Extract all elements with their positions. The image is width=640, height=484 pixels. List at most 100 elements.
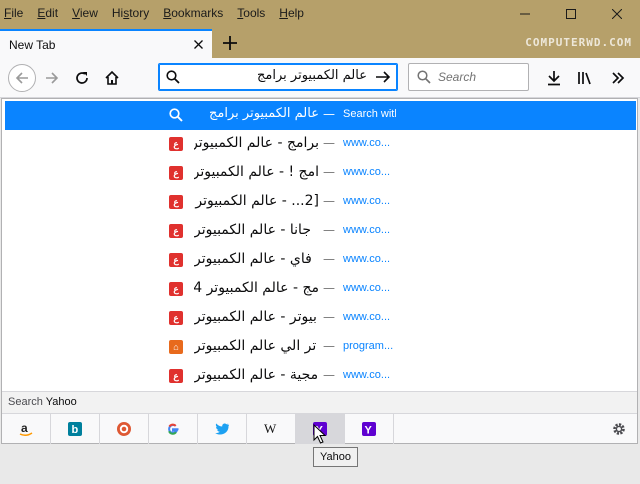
result-favicon-wrap: ع (168, 281, 184, 297)
result-history-row[interactable]: ع مج - عالم الكمبيوتر 4 — www.co... (5, 275, 636, 304)
minimize-icon (520, 13, 530, 15)
engine-bing-button[interactable]: b (51, 414, 100, 444)
result-separator: — (323, 252, 335, 266)
result-history-row[interactable]: ع [2... - عالم الكمبيوتر 5 — www.co... (5, 188, 636, 217)
tab-new-tab[interactable]: New Tab (0, 29, 212, 58)
site-favicon-icon: ع (169, 311, 183, 325)
menu-file[interactable]: File (4, 6, 23, 20)
result-favicon-wrap: ع (168, 252, 184, 268)
maximize-button[interactable] (548, 0, 594, 28)
result-history-row[interactable]: ع فاي - عالم الكمبيوتر — www.co... (5, 246, 636, 275)
result-title: فاي - عالم الكمبيوتر (194, 251, 312, 267)
result-history-row[interactable]: ع جانا - عالم الكمبيوتر — www.co... (5, 217, 636, 246)
result-separator: — (323, 339, 335, 353)
search-header-prefix: Search (8, 396, 46, 408)
go-arrow-icon[interactable] (375, 70, 391, 84)
menu-tools[interactable]: Tools (237, 6, 265, 20)
gear-icon (613, 423, 625, 435)
search-icon (417, 70, 431, 84)
result-search-suggestion[interactable]: عالم الكمبيوتر برامج — Search with Googl… (5, 101, 636, 130)
menu-view[interactable]: View (72, 6, 98, 20)
library-button[interactable] (571, 64, 599, 92)
svg-text:a: a (21, 421, 28, 435)
overflow-menu-button[interactable] (604, 64, 632, 92)
result-url: program... (343, 340, 394, 352)
close-icon (193, 39, 203, 49)
svg-text:Y: Y (365, 425, 373, 437)
menu-history[interactable]: History (112, 6, 149, 20)
minimize-button[interactable] (502, 0, 548, 28)
result-separator: — (323, 107, 335, 121)
home-favicon-icon: ⌂ (169, 340, 183, 354)
result-separator: — (323, 136, 335, 150)
home-button[interactable] (98, 64, 126, 92)
duckduckgo-icon (117, 422, 131, 436)
forward-button[interactable] (38, 64, 66, 92)
url-input[interactable]: عالم الكمبيوتر برامج (257, 68, 367, 83)
site-favicon-icon: ع (169, 282, 183, 296)
search-header-engine: Yahoo (45, 396, 77, 408)
result-title: تر الي عالم الكمبيوتر (194, 338, 317, 354)
result-list: عالم الكمبيوتر برامج — Search with Googl… (5, 101, 636, 391)
bing-icon: b (68, 422, 82, 436)
result-history-row[interactable]: ع برامج - عالم الكمبيوتر — www.co... (5, 130, 636, 159)
result-url: www.co... (343, 166, 391, 178)
yahoo-icon: Y (362, 422, 376, 437)
mouse-cursor-icon (313, 424, 327, 444)
search-bar[interactable]: Search (408, 63, 529, 91)
svg-text:b: b (72, 424, 79, 436)
result-title: مجية - عالم الكمبيوتر (194, 367, 319, 383)
result-favicon-wrap: ع (168, 194, 184, 210)
engine-duckduckgo-button[interactable] (100, 414, 149, 444)
reload-button[interactable] (68, 64, 96, 92)
search-input[interactable]: Search (438, 70, 476, 84)
result-url: www.co... (343, 253, 391, 265)
menu-bookmarks[interactable]: Bookmarks (163, 6, 223, 20)
result-separator: — (323, 368, 335, 382)
engine-amazon-button[interactable]: a (2, 414, 51, 444)
one-off-search-header: Search Yahoo (2, 391, 637, 413)
result-separator: — (323, 310, 335, 324)
result-url: www.co... (343, 311, 391, 323)
result-history-row[interactable]: ⌂ تر الي عالم الكمبيوتر — program... (5, 333, 636, 362)
result-separator: — (323, 223, 335, 237)
site-favicon-icon: ع (169, 224, 183, 238)
back-button[interactable] (8, 64, 36, 92)
downloads-button[interactable] (540, 64, 568, 92)
site-favicon-icon: ع (169, 166, 183, 180)
result-separator: — (323, 281, 335, 295)
site-favicon-icon: ع (169, 253, 183, 267)
result-favicon-wrap: ع (168, 165, 184, 181)
tab-label: New Tab (9, 37, 56, 52)
window-controls (502, 0, 640, 28)
engine-yahoo-button[interactable]: Y (345, 414, 394, 444)
result-action: Search with Google (343, 108, 396, 120)
menu-help[interactable]: Help (279, 6, 304, 20)
arrow-right-icon (46, 72, 59, 84)
menu-edit[interactable]: Edit (37, 6, 58, 20)
search-settings-button[interactable] (607, 417, 631, 441)
url-bar[interactable]: عالم الكمبيوتر برامج (158, 63, 398, 91)
result-url: www.co... (343, 137, 391, 149)
arrow-left-icon (15, 72, 28, 84)
result-history-row[interactable]: ع امج ! - عالم الكمبيوتر — www.co... (5, 159, 636, 188)
library-icon (578, 72, 591, 85)
search-icon (169, 108, 183, 122)
result-favicon-wrap: ⌂ (168, 339, 184, 355)
result-history-row[interactable]: ع مجية - عالم الكمبيوتر — www.co... (5, 362, 636, 391)
engine-google-button[interactable] (149, 414, 198, 444)
result-separator: — (323, 165, 335, 179)
site-favicon-icon: ع (169, 369, 183, 383)
google-icon (168, 423, 179, 435)
engine-twitter-button[interactable] (198, 414, 247, 444)
result-title: بيوتر - عالم الكمبيوتر (194, 309, 317, 325)
result-title: برامج - عالم الكمبيوتر (194, 135, 319, 151)
result-history-row[interactable]: ع بيوتر - عالم الكمبيوتر — www.co... (5, 304, 636, 333)
result-url: www.co... (343, 369, 391, 381)
engine-wikipedia-button[interactable]: W (247, 414, 296, 444)
new-tab-button[interactable] (218, 31, 242, 55)
tab-close-button[interactable] (190, 36, 206, 52)
plus-icon (223, 36, 237, 50)
result-url: www.co... (343, 282, 391, 294)
close-window-button[interactable] (594, 0, 640, 28)
